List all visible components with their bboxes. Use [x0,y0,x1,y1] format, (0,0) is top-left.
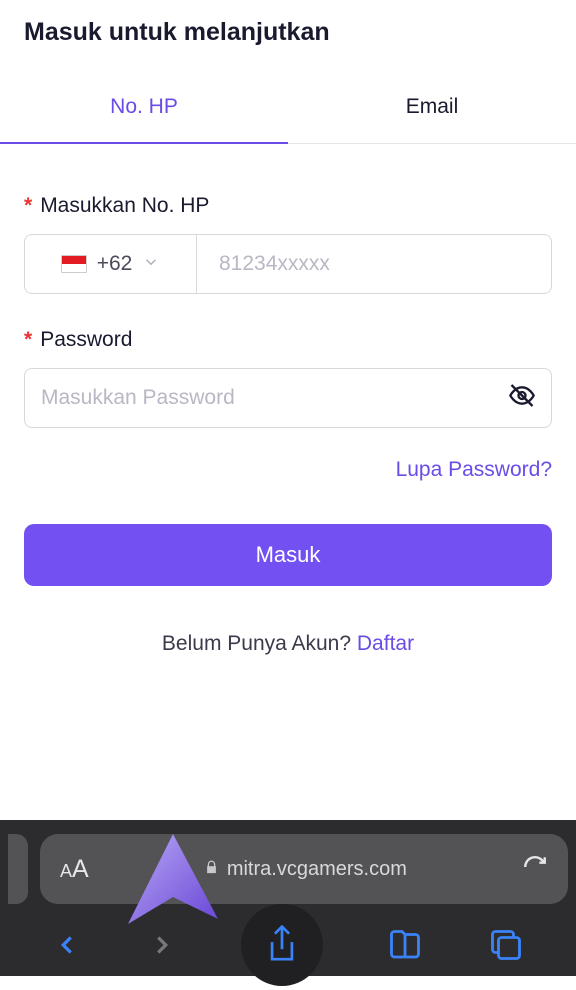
login-tabs: No. HP Email [0,77,576,144]
phone-label: * Masukkan No. HP [24,194,552,218]
phone-label-text: Masukkan No. HP [40,194,209,218]
url-display: mitra.vcgamers.com [101,858,510,881]
reload-icon[interactable] [522,854,548,885]
tabs-button[interactable] [488,927,524,963]
dial-code: +62 [97,252,133,276]
country-code-select[interactable]: +62 [24,234,196,294]
required-icon: * [24,328,32,352]
password-input[interactable] [24,368,552,428]
address-bar[interactable]: AA mitra.vcgamers.com [40,834,568,904]
register-link[interactable]: Daftar [357,632,414,655]
password-label: * Password [24,328,552,352]
required-icon: * [24,194,32,218]
tab-email[interactable]: Email [288,77,576,143]
phone-row: +62 [24,234,552,294]
safari-bottom-bar: AA mitra.vcgamers.com [0,820,576,976]
forgot-row: Lupa Password? [24,458,552,482]
password-label-text: Password [40,328,132,352]
back-button[interactable] [52,930,82,960]
chevron-down-icon [142,253,160,276]
no-account-text: Belum Punya Akun? [162,632,357,655]
tab-phone[interactable]: No. HP [0,77,288,143]
indonesia-flag-icon [61,255,87,273]
prev-tab-edge[interactable] [8,834,28,904]
url-bar: AA mitra.vcgamers.com [8,834,568,904]
password-wrap [24,368,552,428]
safari-toolbar [0,904,576,990]
bookmarks-button[interactable] [387,927,423,963]
forward-button [147,930,177,960]
share-button[interactable] [241,904,323,986]
login-form: * Masukkan No. HP +62 * Password Lupa Pa… [0,144,576,656]
phone-input[interactable] [196,234,552,294]
signup-row: Belum Punya Akun? Daftar [24,632,552,656]
page-title: Masuk untuk melanjutkan [0,0,576,77]
eye-off-icon[interactable] [508,382,536,415]
text-size-button[interactable]: AA [60,855,89,884]
login-button[interactable]: Masuk [24,524,552,586]
lock-icon [204,858,219,881]
forgot-password-link[interactable]: Lupa Password? [396,458,552,481]
url-text: mitra.vcgamers.com [227,858,407,881]
